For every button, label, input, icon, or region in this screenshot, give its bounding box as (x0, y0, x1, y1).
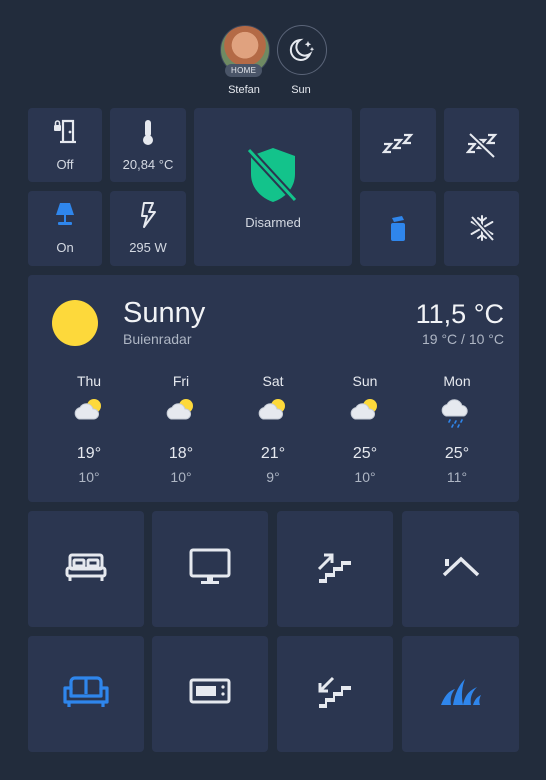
forecast-low: 11° (446, 469, 468, 485)
forecast-high: 18° (168, 445, 194, 462)
sleep-off-tile[interactable] (444, 108, 519, 182)
weather-condition: Sunny (123, 297, 206, 329)
stairs-up-icon (315, 547, 355, 592)
stairs-down-icon (315, 672, 355, 717)
roof-icon (441, 553, 481, 586)
forecast-day-label: Thu (76, 373, 102, 389)
sun-name: Sun (291, 84, 311, 96)
weather-range: 19 °C / 10 °C (421, 331, 504, 347)
power-tile[interactable]: 295 W (110, 191, 186, 266)
partly-cloudy-icon (54, 395, 124, 435)
grass-icon (439, 677, 483, 712)
moon-stars-icon (289, 38, 315, 61)
room-tile[interactable] (402, 636, 519, 752)
lamp-icon (53, 201, 77, 227)
sun-badge[interactable] (277, 25, 327, 75)
partly-cloudy-icon (146, 395, 216, 435)
spray-bottle-icon (386, 214, 410, 244)
temperature-state: 20,84 °C (122, 157, 174, 172)
forecast-low: 9° (266, 469, 280, 485)
forecast-day: Fri 18° 10° (146, 373, 216, 485)
bed-icon (64, 552, 108, 587)
weather-temperature: 11,5 °C (415, 299, 504, 329)
flash-icon (138, 201, 158, 229)
forecast-high: 19° (76, 445, 102, 462)
forecast-low: 10° (78, 469, 100, 485)
monitor-icon (188, 547, 232, 592)
power-state: 295 W (129, 240, 167, 255)
rainy-icon (422, 395, 492, 435)
door-lock-icon (52, 118, 78, 144)
door-tile[interactable]: Off (28, 108, 102, 182)
sofa-icon (62, 674, 110, 715)
weather-source: Buienradar (123, 331, 192, 347)
shield-off-icon (243, 144, 303, 206)
room-tile[interactable] (152, 511, 268, 627)
door-state: Off (56, 157, 74, 172)
partly-cloudy-icon (238, 395, 308, 435)
person-name: Stefan (228, 84, 260, 96)
sleep-off-icon (465, 132, 498, 158)
forecast-low: 10° (170, 469, 192, 485)
forecast-day: Sun 25° 10° (330, 373, 400, 485)
thermometer-icon (137, 118, 159, 146)
sleep-tile[interactable] (360, 108, 436, 182)
sleep-icon (382, 132, 414, 158)
room-tile[interactable] (402, 511, 519, 627)
room-tile[interactable] (28, 511, 144, 627)
microwave-icon (189, 677, 231, 712)
forecast-day-label: Sun (352, 373, 378, 389)
room-tile[interactable] (152, 636, 268, 752)
forecast-day-label: Fri (172, 373, 190, 389)
alarm-tile[interactable]: Disarmed (194, 108, 352, 266)
forecast-high: 21° (260, 445, 286, 462)
lamp-tile[interactable]: On (28, 191, 102, 266)
temperature-tile[interactable]: 20,84 °C (110, 108, 186, 182)
sunny-icon (52, 300, 98, 346)
forecast-day-label: Mon (443, 373, 471, 389)
forecast-high: 25° (444, 445, 470, 462)
forecast-day: Thu 19° 10° (54, 373, 124, 485)
forecast-low: 10° (354, 469, 376, 485)
partly-cloudy-icon (330, 395, 400, 435)
forecast-day: Sat 21° 9° (238, 373, 308, 485)
alarm-state: Disarmed (245, 215, 301, 230)
snowflake-off-tile[interactable] (444, 191, 519, 266)
forecast-high: 25° (352, 445, 378, 462)
forecast-day-label: Sat (262, 373, 284, 389)
person-state-badge: HOME (225, 64, 263, 77)
room-tile[interactable] (277, 636, 393, 752)
room-tile[interactable] (28, 636, 144, 752)
lamp-state: On (56, 240, 74, 255)
forecast-day: Mon 25° 11° (422, 373, 492, 485)
snowflake-off-icon (467, 213, 497, 243)
room-tile[interactable] (277, 511, 393, 627)
air-freshener-tile[interactable] (360, 191, 436, 266)
